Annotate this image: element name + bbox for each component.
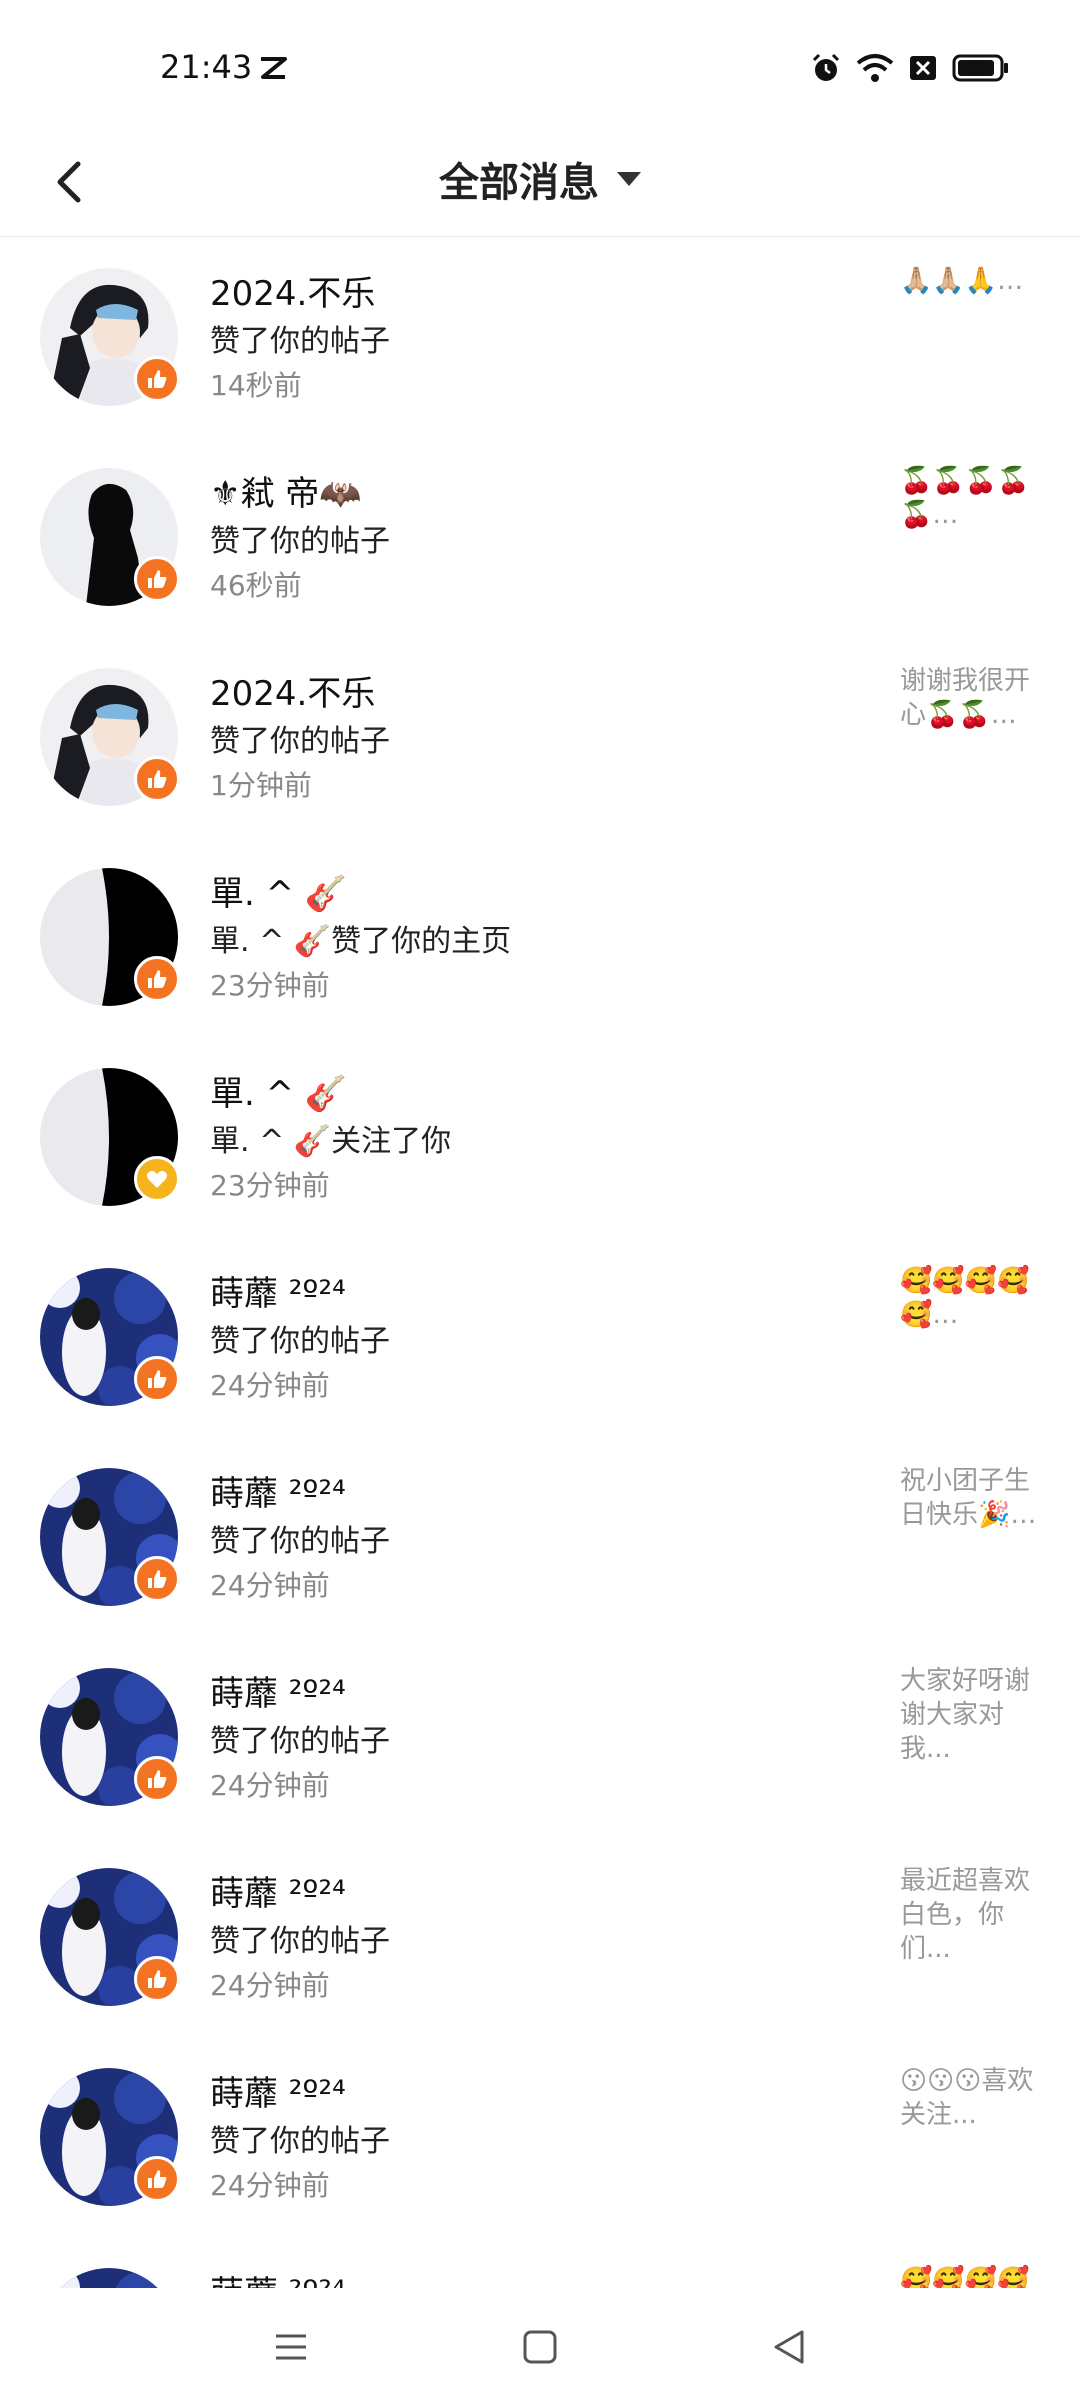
like-badge-icon bbox=[134, 756, 180, 802]
notification-list[interactable]: 2024.不乐 赞了你的帖子 14秒前 🙏🏼🙏🏼🙏… ⚜弒 帝🦇 赞了你的帖子 … bbox=[0, 238, 1080, 2288]
notification-action: 赞了你的帖子 bbox=[210, 724, 390, 759]
like-badge-icon bbox=[134, 956, 180, 1002]
notification-item[interactable]: 單. ^ 🎸 單. ^ 🎸关注了你 23分钟前 bbox=[0, 1038, 1080, 1238]
notification-item[interactable]: 蒔蘼 ²º²⁴ 赞了你的帖子 24分钟前 🥰🥰🥰🥰🥰… bbox=[0, 1238, 1080, 1438]
sender-name[interactable]: 單. ^ 🎸 bbox=[210, 1066, 347, 1115]
notification-item[interactable]: 蒔蘼 ²º²⁴ 赞了你的帖子 24分钟前 祝小团子生日快乐🎉… bbox=[0, 1438, 1080, 1638]
post-preview[interactable]: 谢谢我很开心🍒🍒… bbox=[900, 664, 1040, 732]
notification-time: 14秒前 bbox=[210, 369, 302, 402]
sender-name[interactable]: 單. ^ 🎸 bbox=[210, 866, 347, 915]
notification-time: 1分钟前 bbox=[210, 769, 312, 802]
capcut-icon bbox=[258, 56, 288, 84]
notification-item[interactable]: 蒔蘼 ²º²⁴ 赞了你的帖子 24分钟前 大家好呀谢谢大家对我... bbox=[0, 1638, 1080, 1838]
post-preview[interactable]: 🥰🥰🥰🥰 bbox=[900, 2264, 1040, 2288]
sender-name[interactable]: 蒔蘼 ²º²⁴ bbox=[210, 2066, 346, 2115]
notification-item[interactable]: 2024.不乐 赞了你的帖子 14秒前 🙏🏼🙏🏼🙏… bbox=[0, 238, 1080, 438]
notification-action: 赞了你的帖子 bbox=[210, 324, 390, 359]
post-preview[interactable]: 🥰🥰🥰🥰🥰… bbox=[900, 1264, 1040, 1332]
sender-name[interactable]: 蒔蘼 ²º²⁴ bbox=[210, 1666, 346, 1715]
notification-item[interactable]: 蒔蘼 ²º²⁴ 赞了你的帖子 24分钟前 最近超喜欢白色，你们... bbox=[0, 1838, 1080, 2038]
caret-down-icon bbox=[617, 172, 641, 186]
alarm-icon bbox=[810, 52, 842, 88]
like-badge-icon bbox=[134, 356, 180, 402]
notification-action: 赞了你的帖子 bbox=[210, 524, 390, 559]
notification-time: 24分钟前 bbox=[210, 2169, 330, 2202]
notification-item[interactable]: 2024.不乐 赞了你的帖子 1分钟前 谢谢我很开心🍒🍒… bbox=[0, 638, 1080, 838]
notification-action: 赞了你的帖子 bbox=[210, 1724, 390, 1759]
notification-item[interactable]: 蒔蘼 ²º²⁴ 赞了你的帖子 24分钟前 😗😗😗喜欢关注... bbox=[0, 2038, 1080, 2238]
post-preview[interactable]: 大家好呀谢谢大家对我... bbox=[900, 1664, 1040, 1766]
notification-item[interactable]: 單. ^ 🎸 單. ^ 🎸赞了你的主页 23分钟前 bbox=[0, 838, 1080, 1038]
back-triangle-icon[interactable] bbox=[764, 2322, 814, 2372]
page-title: 全部消息 bbox=[439, 160, 599, 206]
like-badge-icon bbox=[134, 556, 180, 602]
post-preview[interactable]: 祝小团子生日快乐🎉… bbox=[900, 1464, 1040, 1532]
home-square-icon[interactable] bbox=[515, 2322, 565, 2372]
notification-time: 23分钟前 bbox=[210, 969, 330, 1002]
notification-time: 24分钟前 bbox=[210, 1569, 330, 1602]
post-preview[interactable]: 🍒🍒🍒🍒🍒… bbox=[900, 464, 1040, 532]
notification-action: 赞了你的帖子 bbox=[210, 1524, 390, 1559]
sender-name[interactable]: 蒔蘼 ²º²⁴ bbox=[210, 1466, 346, 1515]
notification-item[interactable]: ⚜弒 帝🦇 赞了你的帖子 46秒前 🍒🍒🍒🍒🍒… bbox=[0, 438, 1080, 638]
like-badge-icon bbox=[134, 2156, 180, 2202]
system-nav-bar bbox=[0, 2288, 1080, 2400]
battery-icon bbox=[952, 53, 1010, 87]
like-badge-icon bbox=[134, 1356, 180, 1402]
sender-name[interactable]: 蒔蘼 ²º²⁴ bbox=[210, 2266, 346, 2288]
sim-off-icon bbox=[908, 53, 938, 87]
message-filter-dropdown[interactable]: 全部消息 bbox=[439, 150, 641, 208]
sender-name[interactable]: 蒔蘼 ²º²⁴ bbox=[210, 1266, 346, 1315]
notification-action: 赞了你的帖子 bbox=[210, 1324, 390, 1359]
notification-time: 24分钟前 bbox=[210, 1769, 330, 1802]
notification-action: 赞了你的帖子 bbox=[210, 2124, 390, 2159]
post-preview[interactable]: 😗😗😗喜欢关注... bbox=[900, 2064, 1040, 2132]
avatar[interactable] bbox=[40, 2268, 178, 2288]
notification-item[interactable]: 蒔蘼 ²º²⁴ 🥰🥰🥰🥰 bbox=[0, 2238, 1080, 2288]
wifi-icon bbox=[856, 53, 894, 87]
post-preview[interactable]: 最近超喜欢白色，你们... bbox=[900, 1864, 1040, 1966]
like-badge-icon bbox=[134, 1556, 180, 1602]
notification-action: 單. ^ 🎸赞了你的主页 bbox=[210, 924, 512, 959]
notification-time: 23分钟前 bbox=[210, 1169, 330, 1202]
sender-name[interactable]: 2024.不乐 bbox=[210, 266, 375, 315]
status-time: 21:43 bbox=[160, 48, 253, 86]
header: 全部消息 bbox=[0, 140, 1080, 237]
like-badge-icon bbox=[134, 1756, 180, 1802]
post-preview[interactable]: 🙏🏼🙏🏼🙏… bbox=[900, 264, 1040, 298]
sender-name[interactable]: 2024.不乐 bbox=[210, 666, 375, 715]
status-bar: 21:43 bbox=[0, 0, 1080, 140]
notification-time: 24分钟前 bbox=[210, 1969, 330, 2002]
sender-name[interactable]: 蒔蘼 ²º²⁴ bbox=[210, 1866, 346, 1915]
menu-icon[interactable] bbox=[266, 2322, 316, 2372]
notification-time: 46秒前 bbox=[210, 569, 302, 602]
notification-action: 赞了你的帖子 bbox=[210, 1924, 390, 1959]
notification-action: 單. ^ 🎸关注了你 bbox=[210, 1124, 452, 1159]
follow-badge-icon bbox=[134, 1156, 180, 1202]
notification-time: 24分钟前 bbox=[210, 1369, 330, 1402]
sender-name[interactable]: ⚜弒 帝🦇 bbox=[210, 466, 362, 515]
like-badge-icon bbox=[134, 1956, 180, 2002]
